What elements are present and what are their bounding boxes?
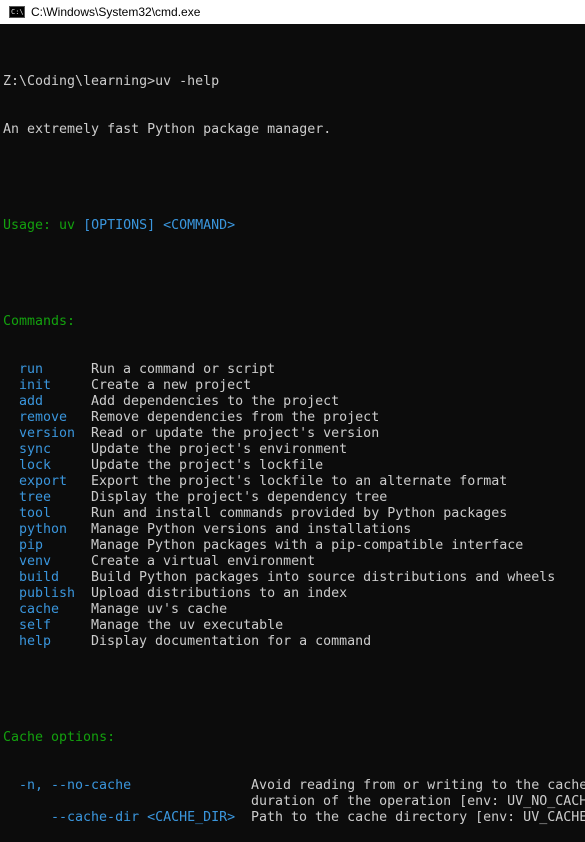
command-name: run — [19, 362, 44, 377]
command-row: self Manage the uv executable — [3, 618, 585, 634]
command-row: remove Remove dependencies from the proje… — [3, 410, 585, 426]
command-description: Run and install commands provided by Pyt… — [91, 506, 508, 521]
commands-list: run Run a command or script init Create a n… — [3, 362, 585, 650]
console-output[interactable]: Z:\Coding\learning>uv -help An extremely… — [3, 42, 585, 842]
command-description: Create a new project — [91, 378, 252, 393]
command-row: init Create a new project — [3, 378, 585, 394]
command-row: export Export the project's lockfile to a… — [3, 474, 585, 490]
command-row: sync Update the project's environment — [3, 442, 585, 458]
cmd-icon: C:\ — [9, 6, 25, 18]
command-name: init — [19, 378, 52, 393]
usage-label: Usage: uv — [3, 218, 84, 233]
command-row: version Read or update the project's vers… — [3, 426, 585, 442]
command-name: publish — [19, 586, 76, 601]
command-name: python — [19, 522, 68, 537]
command-description: Add dependencies to the project — [91, 394, 340, 409]
command-name: lock — [19, 458, 52, 473]
command-name: export — [19, 474, 68, 489]
option-row: -n, --no-cache Avoid reading from or writ… — [3, 778, 585, 794]
command-row: build Build Python packages into source d… — [3, 570, 585, 586]
command-description: Export the project's lockfile to an alte… — [91, 474, 508, 489]
command-row: venv Create a virtual environment — [3, 554, 585, 570]
title-bar[interactable]: C:\ C:\Windows\System32\cmd.exe — [0, 0, 585, 24]
command-description: Upload distributions to an index — [91, 586, 348, 601]
command-row: lock Update the project's lockfile — [3, 458, 585, 474]
cmd-icon-text: C:\ — [11, 8, 24, 16]
command-row: add Add dependencies to the project — [3, 394, 585, 410]
command-name: cache — [19, 602, 60, 617]
command-description: Create a virtual environment — [91, 554, 316, 569]
command-name: pip — [19, 538, 44, 553]
command-name: add — [19, 394, 44, 409]
command-name: self — [19, 618, 52, 633]
option-row: duration of the operation [env: UV_NO_CA… — [3, 794, 585, 810]
command-name: remove — [19, 410, 68, 425]
command-name: sync — [19, 442, 52, 457]
description-line: An extremely fast Python package manager… — [3, 122, 332, 137]
command-name: tool — [19, 506, 52, 521]
command-row: python Manage Python versions and install… — [3, 522, 585, 538]
command-name: build — [19, 570, 60, 585]
command-row: tool Run and install commands provided by… — [3, 506, 585, 522]
cache-options-header: Cache options: — [3, 730, 116, 745]
command-description: Manage the uv executable — [91, 618, 284, 633]
option-description: duration of the operation [env: UV_NO_CA… — [251, 794, 585, 809]
option-row: --cache-dir <CACHE_DIR> Path to the cache… — [3, 810, 585, 826]
option-description: Avoid reading from or writing to the cac… — [251, 778, 585, 793]
command-description: Display documentation for a command — [91, 634, 372, 649]
command-description: Remove dependencies from the project — [91, 410, 380, 425]
command-name: venv — [19, 554, 52, 569]
command-name: version — [19, 426, 76, 441]
option-description: Path to the cache directory [env: UV_CAC… — [251, 810, 585, 825]
command-description: Build Python packages into source distri… — [91, 570, 556, 585]
window-title: C:\Windows\System32\cmd.exe — [31, 5, 201, 19]
command-description: Run a command or script — [91, 362, 276, 377]
command-description: Read or update the project's version — [91, 426, 380, 441]
command-row: pip Manage Python packages with a pip-com… — [3, 538, 585, 554]
command-description: Update the project's lockfile — [91, 458, 324, 473]
command-name: help — [19, 634, 52, 649]
command-description: Update the project's environment — [91, 442, 348, 457]
command-row: cache Manage uv's cache — [3, 602, 585, 618]
commands-header: Commands: — [3, 314, 76, 329]
command-description: Manage Python packages with a pip-compat… — [91, 538, 524, 553]
command-description: Manage Python versions and installations — [91, 522, 412, 537]
usage-line: Usage: uv [OPTIONS] <COMMAND> — [3, 218, 585, 234]
prompt-line: Z:\Coding\learning>uv -help — [3, 74, 220, 89]
cache-options-list: -n, --no-cache Avoid reading from or writ… — [3, 778, 585, 826]
command-row: run Run a command or script — [3, 362, 585, 378]
command-row: publish Upload distributions to an index — [3, 586, 585, 602]
option-name: --cache-dir <CACHE_DIR> — [19, 810, 236, 825]
command-row: help Display documentation for a command — [3, 634, 585, 650]
option-name: -n, --no-cache — [19, 778, 132, 793]
command-description: Manage uv's cache — [91, 602, 228, 617]
usage-args: [OPTIONS] <COMMAND> — [83, 218, 236, 233]
